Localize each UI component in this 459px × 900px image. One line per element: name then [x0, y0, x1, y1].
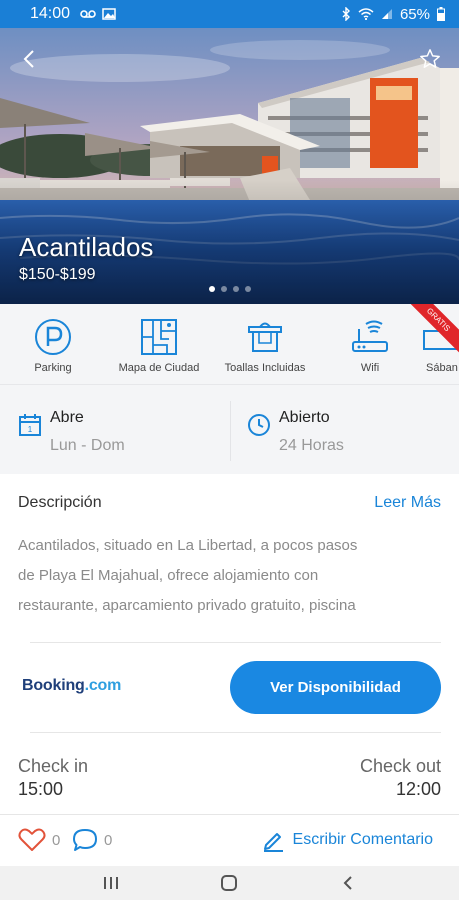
system-nav-bar [0, 866, 459, 900]
clock-icon [248, 414, 270, 436]
opening-hours: Abierto 24 Horas [247, 385, 344, 475]
carousel-dot[interactable] [232, 286, 239, 292]
opening-hours-value: 24 Horas [279, 437, 344, 454]
heart-icon [18, 828, 46, 851]
towels-icon [248, 322, 282, 352]
opening-days-value: Lun - Dom [50, 437, 125, 454]
back-nav-button[interactable] [333, 872, 363, 894]
read-more-link[interactable]: Leer Más [374, 494, 441, 512]
back-arrow-icon [343, 876, 352, 890]
star-icon [420, 49, 440, 68]
calendar-icon: 1 [19, 414, 41, 436]
opening-days-title: Abre [50, 409, 84, 426]
check-out-time: 12:00 [395, 779, 441, 799]
bluetooth-icon [342, 7, 350, 21]
write-comment-label: Escribir Comentario [292, 831, 433, 848]
status-time: 14:00 [30, 5, 71, 22]
city-map-icon [141, 319, 177, 355]
home-button[interactable] [214, 872, 244, 894]
carousel-dot[interactable] [220, 286, 227, 292]
action-bar: 0 0 Escribir Comentario [0, 814, 459, 866]
signal-icon [381, 9, 392, 19]
booking-logo: Booking.com [22, 677, 122, 694]
recent-apps-icon [104, 877, 118, 889]
check-in-label: Check in [18, 756, 89, 776]
hotel-title: Acantilados [19, 232, 154, 262]
comment-count: 0 [104, 831, 113, 849]
check-out-label: Check out [359, 756, 441, 776]
home-icon [221, 875, 237, 891]
description-text: Acantilados, situado en La Libertad, a p… [18, 531, 438, 621]
status-bar: 14:00 65% [0, 0, 459, 28]
description-line: restaurante, aparcamiento privado gratui… [18, 597, 356, 614]
favorite-button[interactable] [415, 44, 445, 74]
recent-apps-button[interactable] [96, 872, 126, 894]
like-button[interactable]: 0 [18, 828, 60, 852]
hero-image[interactable]: Acantilados $150-$199 [0, 28, 459, 304]
wifi-icon [358, 8, 374, 20]
pencil-icon [263, 833, 283, 852]
divider [30, 732, 441, 733]
schedule-section: 1 Abre Lun - Dom Abierto 24 Horas [0, 384, 459, 474]
description-line: de Playa El Majahual, ofrece alojamiento… [18, 567, 319, 584]
amenity-wifi[interactable]: Wifi [320, 304, 420, 384]
schedule-divider [230, 401, 231, 461]
description-line: Acantilados, situado en La Libertad, a p… [18, 537, 358, 554]
amenity-towels[interactable]: Toallas Incluidas [215, 304, 315, 384]
opening-hours-title: Abierto [279, 409, 330, 426]
speech-bubble-icon [73, 829, 97, 851]
voicemail-icon [80, 10, 96, 18]
carousel-dot-active[interactable] [208, 286, 215, 292]
carousel-dot[interactable] [244, 286, 251, 292]
write-comment-button[interactable]: Escribir Comentario [261, 828, 433, 852]
chevron-left-icon [23, 50, 34, 68]
check-in-info: Check in 15:00 [18, 756, 88, 800]
like-count: 0 [52, 831, 61, 849]
description-header: Descripción Leer Más [18, 494, 441, 512]
battery-percent: 65% [399, 5, 430, 23]
comments-button[interactable]: 0 [72, 828, 112, 852]
wifi-router-icon [352, 320, 388, 352]
amenities-strip[interactable]: Parking Mapa de Ciudad Toallas Incluidas… [0, 304, 459, 384]
check-availability-button[interactable]: Ver Disponibilidad [230, 661, 441, 714]
back-button[interactable] [14, 44, 44, 74]
price-range: $150-$199 [19, 266, 96, 283]
carousel-indicator [0, 286, 459, 292]
amenity-city-map[interactable]: Mapa de Ciudad [109, 304, 209, 384]
battery-icon [437, 7, 445, 21]
parking-icon [35, 319, 71, 355]
check-in-time: 15:00 [18, 779, 64, 799]
image-icon [102, 8, 116, 20]
check-out-info: Check out 12:00 [360, 756, 441, 800]
svg-text:1: 1 [28, 425, 33, 434]
opening-days: 1 Abre Lun - Dom [18, 385, 125, 475]
amenity-parking[interactable]: Parking [3, 304, 103, 384]
divider [30, 642, 441, 643]
description-title: Descripción [18, 494, 102, 511]
